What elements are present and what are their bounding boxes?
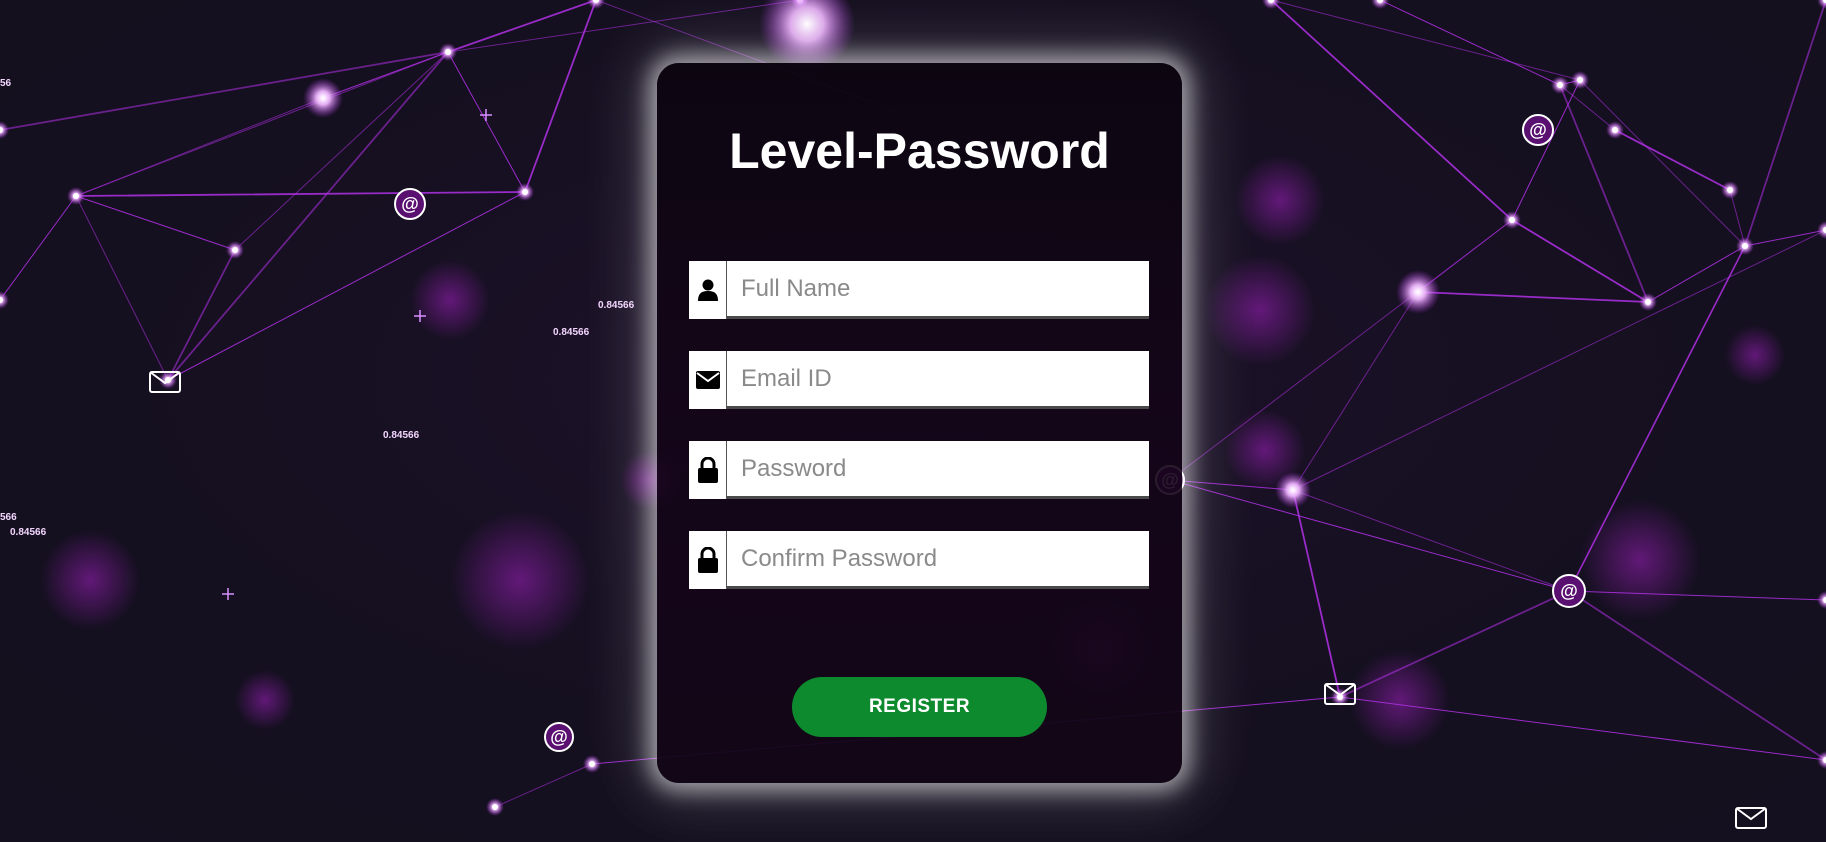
at-sign-icon-glyph: @ [401, 194, 419, 214]
at-sign-icon-glyph: @ [1560, 581, 1578, 601]
network-node [73, 193, 79, 199]
network-node [589, 761, 595, 767]
network-node [232, 247, 238, 253]
full-name-field [689, 261, 1149, 319]
network-node [522, 189, 528, 195]
floating-number: 566 [0, 512, 17, 523]
bright-glow [303, 78, 343, 118]
at-sign-icon-glyph: @ [1529, 120, 1547, 140]
confirm-password-field [689, 531, 1149, 589]
network-node [445, 49, 451, 55]
envelope-icon [689, 351, 727, 409]
network-node [1742, 243, 1748, 249]
floating-number: 0.84566 [553, 327, 590, 338]
network-node [492, 804, 498, 810]
bright-glow [1396, 270, 1440, 314]
bokeh-blob [1235, 155, 1325, 245]
floating-number: 0.84566 [10, 527, 47, 538]
floating-number: 56 [0, 78, 12, 89]
bokeh-blob [450, 510, 590, 650]
network-node [1557, 82, 1563, 88]
email-input[interactable] [727, 351, 1149, 409]
floating-number: 0.84566 [598, 300, 635, 311]
floating-number: 0.84566 [383, 430, 420, 441]
bokeh-blob [410, 260, 490, 340]
network-node [1612, 127, 1618, 133]
bokeh-blob [40, 530, 140, 630]
email-field [689, 351, 1149, 409]
user-icon [689, 261, 727, 319]
network-node [1727, 187, 1733, 193]
form-title: Level-Password [729, 123, 1110, 179]
password-field [689, 441, 1149, 499]
lock-icon [689, 441, 727, 499]
bokeh-blob [235, 670, 295, 730]
lock-icon [689, 531, 727, 589]
bokeh-blob [1725, 325, 1785, 385]
bright-glow [1275, 472, 1311, 508]
bokeh-blob [1580, 500, 1700, 620]
at-sign-icon-glyph: @ [550, 727, 568, 747]
network-node [1645, 299, 1651, 305]
bokeh-blob [1205, 255, 1315, 365]
register-button[interactable]: REGISTER [792, 677, 1047, 737]
network-node [1509, 217, 1515, 223]
register-card: Level-Password REGISTER [657, 63, 1182, 783]
confirm-password-input[interactable] [727, 531, 1149, 589]
password-input[interactable] [727, 441, 1149, 499]
network-node [1577, 77, 1583, 83]
full-name-input[interactable] [727, 261, 1149, 319]
